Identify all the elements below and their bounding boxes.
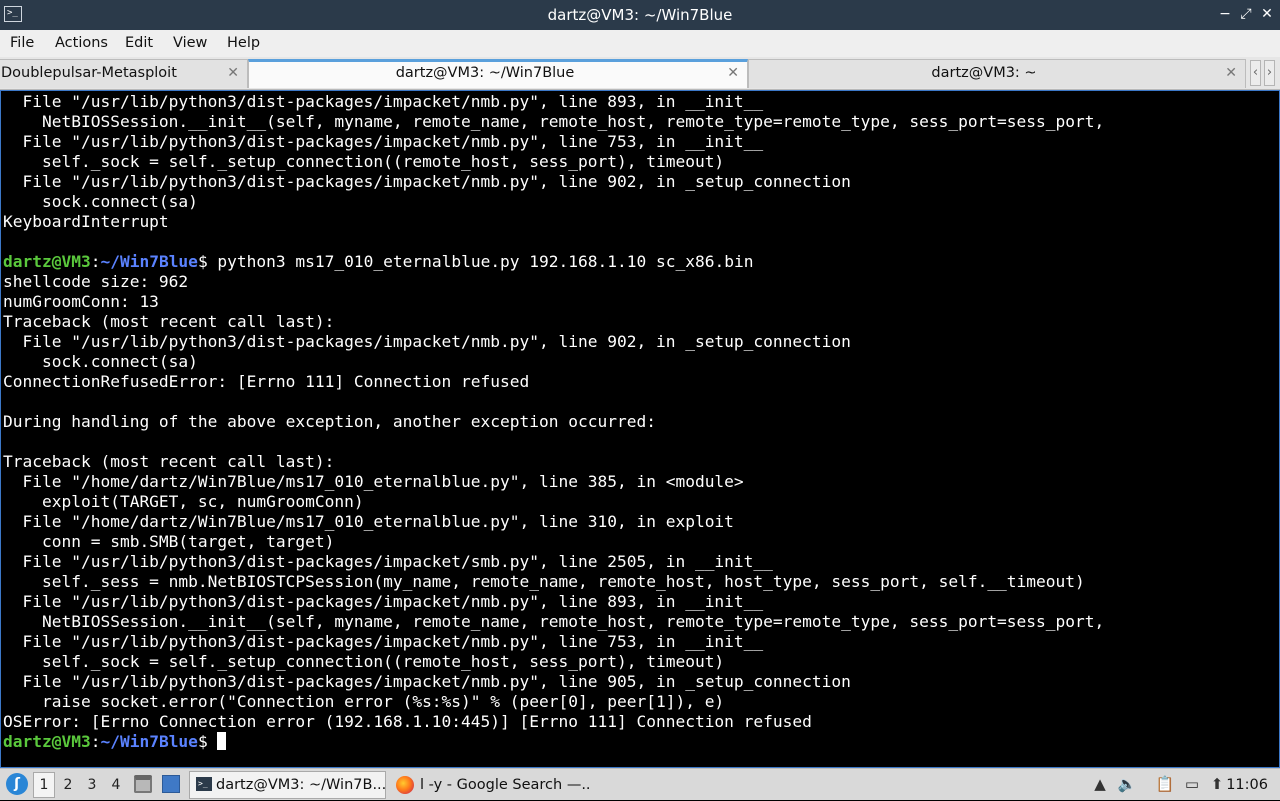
update-icon[interactable]: ⬆ xyxy=(1207,774,1227,794)
menu-view[interactable]: View xyxy=(173,30,207,56)
terminal-cursor xyxy=(217,732,227,750)
menu-file[interactable]: File xyxy=(10,30,34,56)
tab-home[interactable]: dartz@VM3: ~ ✕ xyxy=(748,59,1246,88)
tab-scroll-left-button[interactable]: ‹ xyxy=(1250,60,1261,86)
terminal-text: File "/usr/lib/python3/dist-packages/imp… xyxy=(3,92,1105,751)
notification-icon[interactable]: ▲ xyxy=(1090,774,1110,794)
clock: 11:06 xyxy=(1226,777,1268,793)
taskbar: ʃ 1 2 3 4 >_ dartz@VM3: ~/Win7B... l -y … xyxy=(0,768,1280,800)
task-label: dartz@VM3: ~/Win7B... xyxy=(216,777,386,793)
volume-icon[interactable]: 🔈 xyxy=(1117,774,1137,794)
close-window-button[interactable]: ✕ xyxy=(1258,5,1276,23)
menu-bar: File Actions Edit View Help xyxy=(0,30,1280,57)
workspace-1[interactable]: 1 xyxy=(33,772,55,798)
tab-label: dartz@VM3: ~/Win7Blue xyxy=(395,65,575,81)
tab-label: Doublepulsar-Metasploit xyxy=(1,65,177,81)
window-title: dartz@VM3: ~/Win7Blue xyxy=(547,6,733,24)
window-titlebar: >_ dartz@VM3: ~/Win7Blue − ⤢ ✕ xyxy=(0,0,1280,30)
network-icon[interactable]: ▭ xyxy=(1182,774,1202,794)
start-menu-icon[interactable]: ʃ xyxy=(6,773,28,795)
minimize-button[interactable]: − xyxy=(1216,5,1234,23)
menu-actions[interactable]: Actions xyxy=(55,30,108,56)
tab-doublepulsar[interactable]: Doublepulsar-Metasploit ✕ xyxy=(0,59,248,88)
firefox-icon xyxy=(396,776,414,794)
maximize-button[interactable]: ⤢ xyxy=(1237,5,1255,23)
close-icon[interactable]: ✕ xyxy=(727,63,739,83)
file-manager-icon[interactable] xyxy=(134,775,152,793)
prompt-path: ~/Win7Blue xyxy=(100,252,198,271)
menu-help[interactable]: Help xyxy=(227,30,260,56)
terminal-output[interactable]: File "/usr/lib/python3/dist-packages/imp… xyxy=(0,90,1280,768)
prompt-user: dartz@VM3 xyxy=(3,732,91,751)
terminal-icon: >_ xyxy=(196,777,212,791)
tab-label: dartz@VM3: ~ xyxy=(931,65,1037,81)
task-firefox[interactable]: l -y - Google Search —... xyxy=(390,771,590,799)
task-label: l -y - Google Search —... xyxy=(420,777,590,793)
tab-bar: Doublepulsar-Metasploit ✕ dartz@VM3: ~/W… xyxy=(0,57,1280,90)
menu-edit[interactable]: Edit xyxy=(125,30,153,56)
prompt-path: ~/Win7Blue xyxy=(100,732,198,751)
tab-scroll-right-button[interactable]: › xyxy=(1264,60,1275,86)
workspace-3[interactable]: 3 xyxy=(81,772,103,798)
tab-win7blue[interactable]: dartz@VM3: ~/Win7Blue ✕ xyxy=(248,59,748,88)
clipboard-icon[interactable]: 📋 xyxy=(1155,774,1175,794)
task-terminal[interactable]: >_ dartz@VM3: ~/Win7B... xyxy=(189,771,386,799)
close-icon[interactable]: ✕ xyxy=(227,63,239,83)
close-icon[interactable]: ✕ xyxy=(1225,63,1237,83)
workspace-4[interactable]: 4 xyxy=(105,772,127,798)
show-desktop-icon[interactable] xyxy=(162,775,180,793)
workspace-2[interactable]: 2 xyxy=(57,772,79,798)
prompt-user: dartz@VM3 xyxy=(3,252,91,271)
